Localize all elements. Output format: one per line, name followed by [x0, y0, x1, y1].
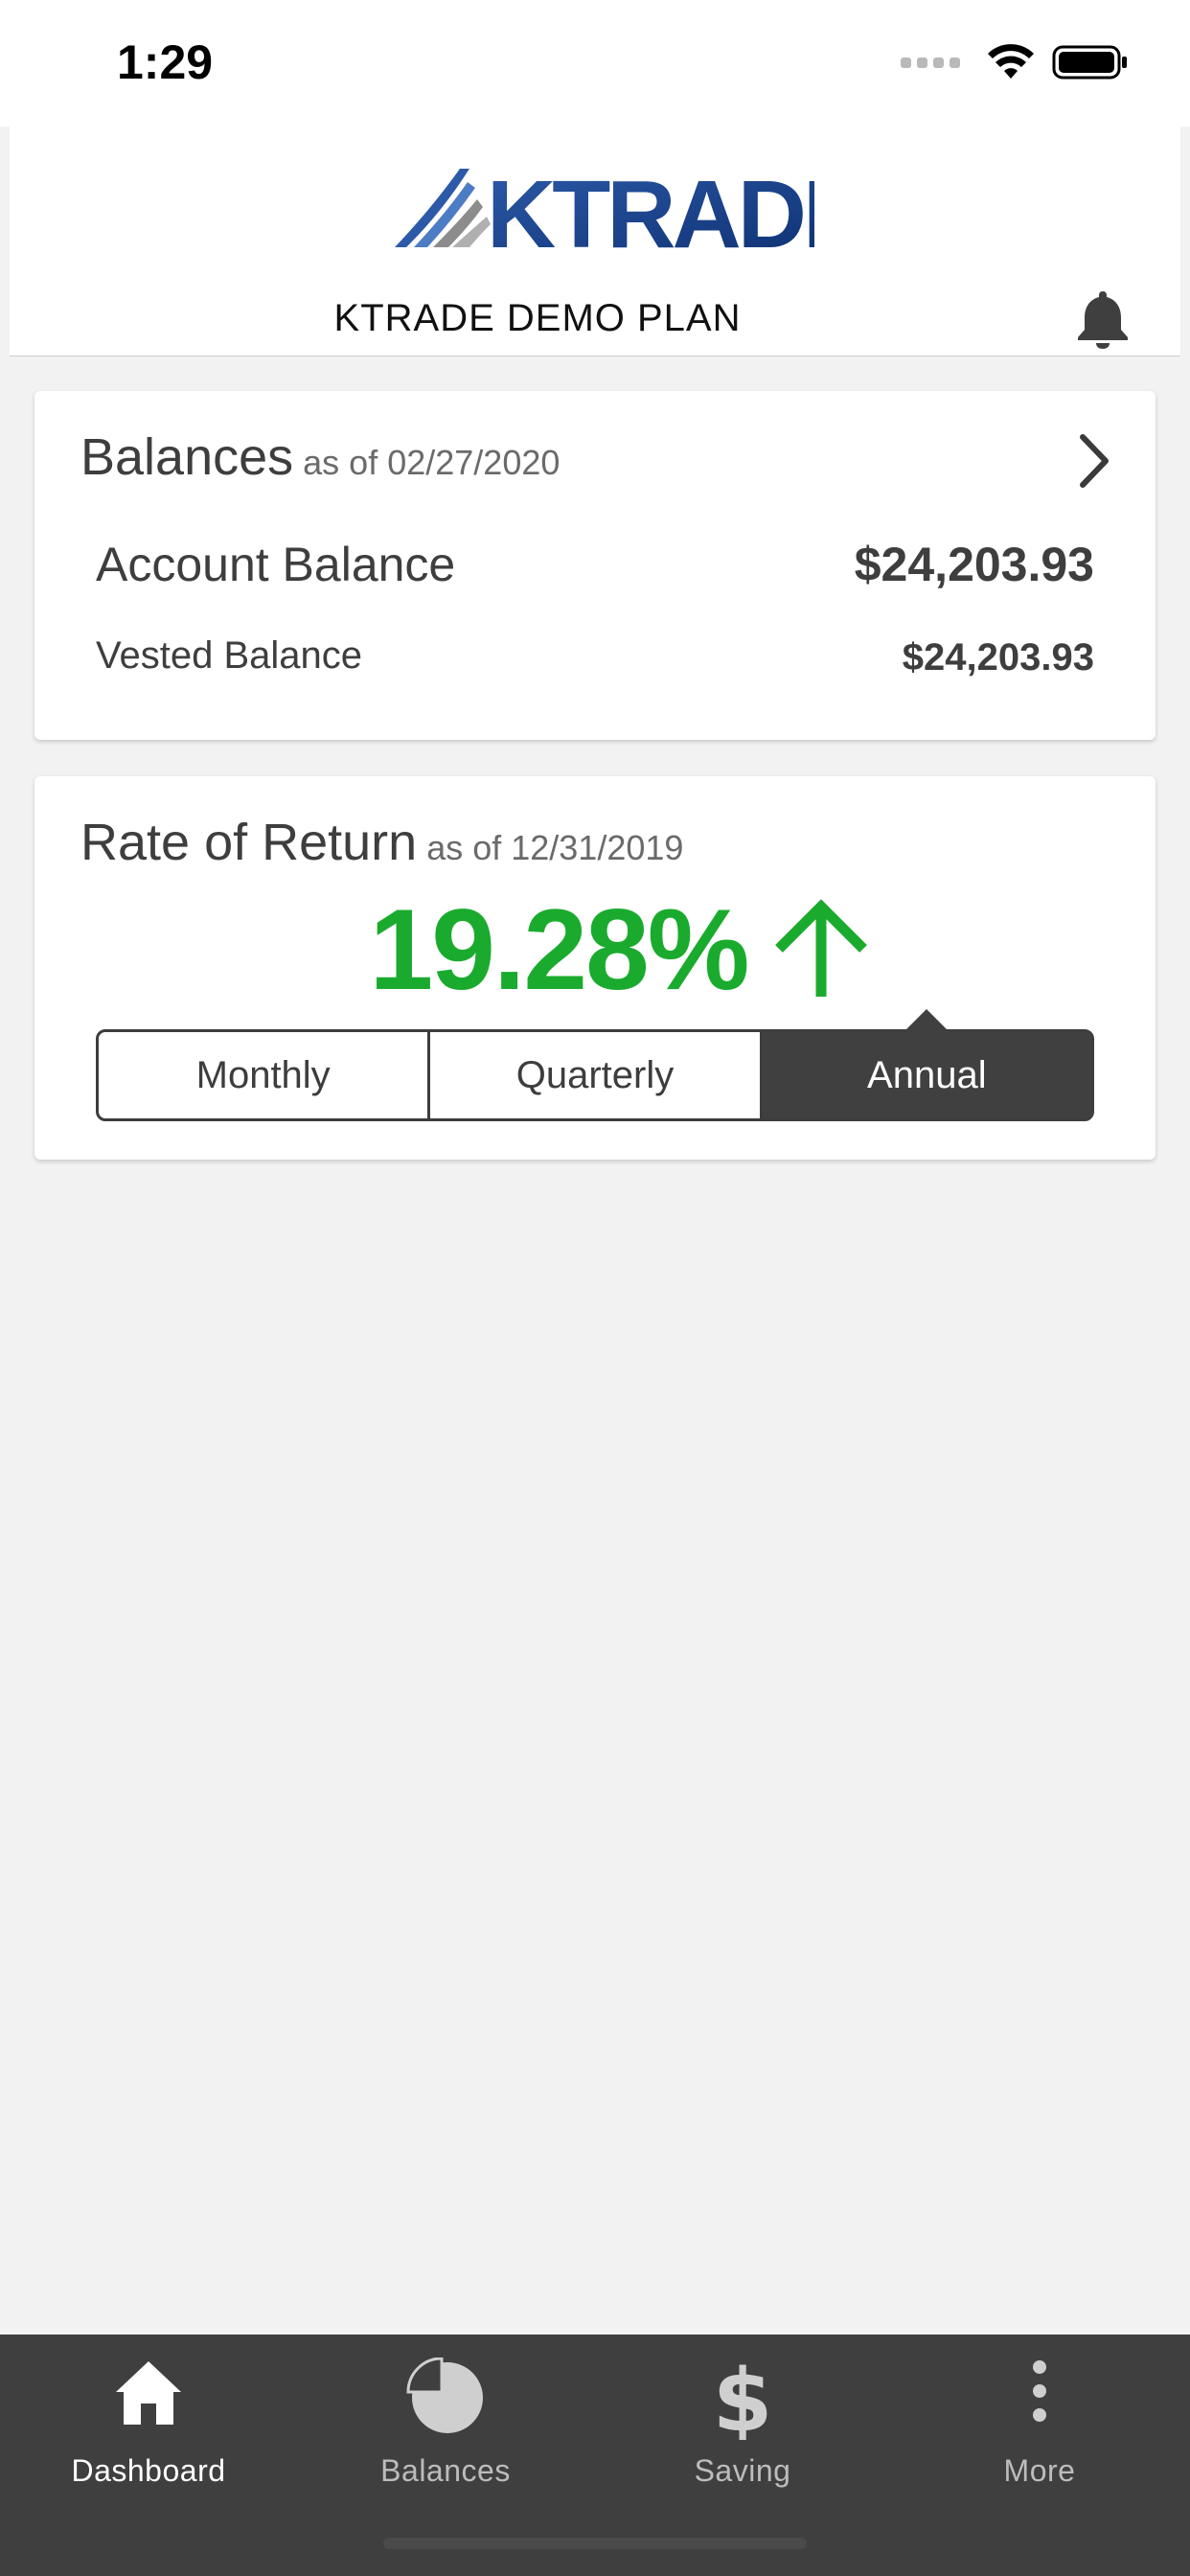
tab-dashboard-label: Dashboard [71, 2453, 226, 2488]
chevron-right-icon[interactable] [1071, 431, 1117, 491]
period-annual-button[interactable]: Annual [759, 1009, 1091, 1118]
tab-more[interactable]: More [891, 2334, 1188, 2526]
balances-card[interactable]: Balances as of 02/27/2020 Account Balance… [34, 391, 1156, 740]
app-header: KTRADE KTRADE DEMO PLAN [10, 126, 1180, 356]
balances-title-text: Balances [80, 428, 294, 486]
account-balance-value: $24,203.93 [854, 538, 1094, 591]
rate-of-return-card: Rate of Return as of 12/31/2019 19.28% Mo… [34, 776, 1156, 1160]
screen: 1:29 KTRAD KTRADE DEMO PLAN Balances as … [0, 0, 1190, 2576]
tab-balances-label: Balances [380, 2453, 511, 2488]
rate-of-return-value: 19.28% [369, 886, 750, 1014]
pie-chart-icon [406, 2358, 483, 2433]
tab-saving-label: Saving [694, 2453, 791, 2488]
account-balance-label: Account Balance [96, 538, 456, 591]
status-bar: 1:29 [0, 0, 1190, 126]
bell-icon[interactable] [1073, 288, 1133, 349]
vested-balance-value: $24,203.93 [902, 636, 1094, 678]
arrow-up-icon [774, 899, 867, 997]
plan-name: KTRADE DEMO PLAN [333, 297, 742, 339]
cellular-signal-icon [901, 57, 960, 68]
home-indicator [383, 2538, 807, 2549]
rate-of-return-as-of: as of 12/31/2019 [426, 828, 684, 867]
svg-text:$: $ [713, 2358, 773, 2440]
period-segmented-control: Monthly Quarterly Annual [96, 1009, 1094, 1121]
battery-icon [1052, 45, 1127, 80]
tab-balances[interactable]: Balances [297, 2334, 594, 2526]
rate-of-return-title-text: Rate of Return [80, 814, 418, 871]
balances-as-of: as of 02/27/2020 [303, 443, 561, 482]
tab-dashboard[interactable]: Dashboard [0, 2334, 297, 2526]
period-monthly-button[interactable]: Monthly [99, 1032, 428, 1118]
dollar-icon: $ [713, 2358, 773, 2440]
status-icons [901, 44, 1129, 80]
period-quarterly-button[interactable]: Quarterly [427, 1032, 760, 1118]
wifi-icon [988, 44, 1034, 79]
vested-balance-label: Vested Balance [96, 634, 362, 677]
more-vertical-icon [1033, 2360, 1046, 2422]
ktrade-logo: KTRADE [395, 161, 814, 257]
tab-more-label: More [1003, 2453, 1076, 2488]
balances-title: Balances as of 02/27/2020 [80, 427, 560, 487]
status-time: 1:29 [117, 35, 214, 89]
rate-of-return-display: 19.28% [34, 884, 1156, 1016]
logo-text: KTRADE [487, 161, 814, 257]
tab-saving[interactable]: $ Saving [594, 2334, 891, 2526]
rate-of-return-title: Rate of Return as of 12/31/2019 [80, 813, 683, 872]
home-icon [116, 2361, 181, 2425]
